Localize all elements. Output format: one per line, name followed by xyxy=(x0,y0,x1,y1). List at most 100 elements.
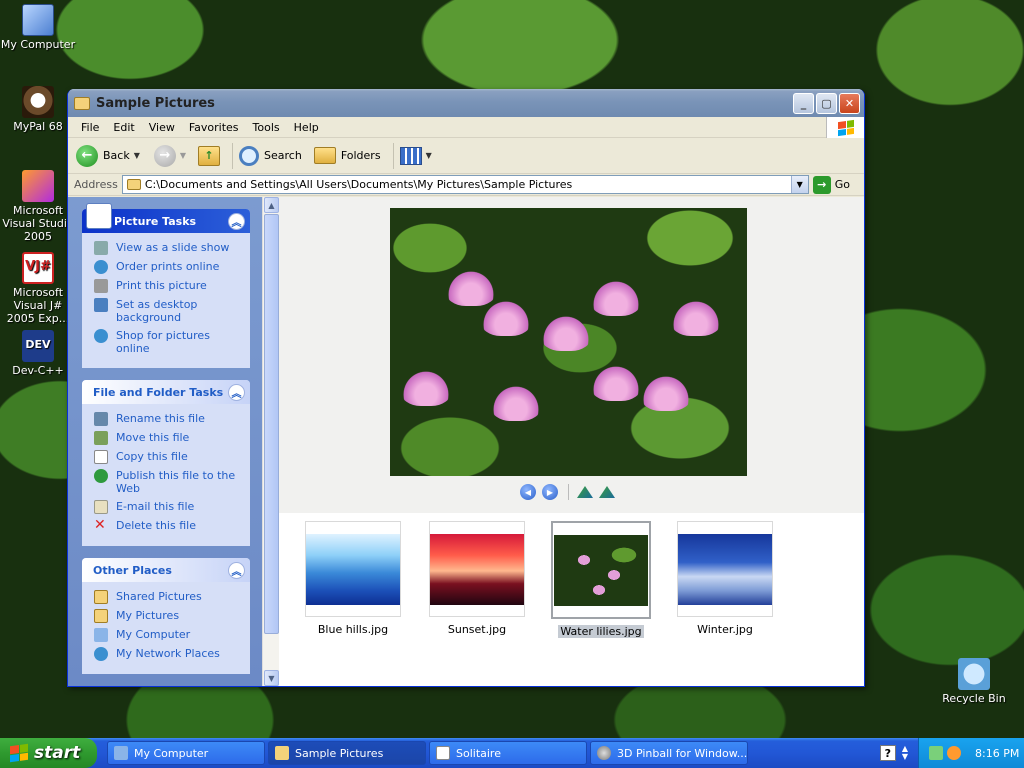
printer-icon xyxy=(94,279,108,293)
visual-jsharp-icon: VJ# xyxy=(22,252,54,284)
taskbar-buttons: My Computer Sample Pictures Solitaire 3D… xyxy=(107,741,751,765)
title-bar[interactable]: Sample Pictures _ ▢ ✕ xyxy=(68,89,864,117)
lily-flower xyxy=(490,383,542,421)
chevron-down-icon[interactable]: ▼ xyxy=(426,151,432,160)
task-print-picture[interactable]: Print this picture xyxy=(94,279,244,293)
place-my-network[interactable]: My Network Places xyxy=(94,647,244,661)
taskbar-button-solitaire[interactable]: Solitaire xyxy=(429,741,587,765)
desktop-icon-visual-jsharp[interactable]: VJ# Microsoft Visual J# 2005 Exp... xyxy=(0,252,76,325)
task-publish-web[interactable]: Publish this file to the Web xyxy=(94,469,244,495)
menu-file[interactable]: File xyxy=(74,121,106,134)
close-button[interactable]: ✕ xyxy=(839,92,860,114)
blue-hills-image xyxy=(306,533,400,605)
address-dropdown-button[interactable]: ▼ xyxy=(790,176,808,193)
explorer-window: Sample Pictures _ ▢ ✕ File Edit View Fav… xyxy=(67,89,865,687)
desktop-icon-recycle-bin[interactable]: Recycle Bin xyxy=(936,658,1012,705)
menu-tools[interactable]: Tools xyxy=(246,121,287,134)
computer-icon xyxy=(114,746,128,760)
place-my-pictures[interactable]: My Pictures xyxy=(94,609,244,623)
thumbnail-winter[interactable]: Winter.jpg xyxy=(663,521,787,638)
taskbar-button-label: 3D Pinball for Window... xyxy=(617,746,748,760)
chevron-down-icon[interactable]: ▼ xyxy=(180,151,186,160)
desktop-icon-dev-cpp[interactable]: DEV Dev-C++ xyxy=(0,330,76,377)
task-email-file[interactable]: E-mail this file xyxy=(94,500,244,514)
task-pane-scrollbar[interactable]: ▲ ▼ xyxy=(262,197,279,686)
task-label: Copy this file xyxy=(116,450,188,463)
collapse-icon[interactable]: ︽ xyxy=(228,212,245,230)
task-delete-file[interactable]: ✕ Delete this file xyxy=(94,518,244,533)
picture-tasks-header[interactable]: Picture Tasks ︽ xyxy=(82,203,250,233)
file-folder-tasks-header[interactable]: File and Folder Tasks ︽ xyxy=(82,380,250,404)
clock[interactable]: 8:16 PM xyxy=(975,747,1019,760)
solitaire-icon xyxy=(436,746,450,760)
task-label: View as a slide show xyxy=(116,241,230,254)
lily-flower xyxy=(445,268,497,306)
go-button[interactable]: → Go xyxy=(812,175,850,194)
scroll-down-button[interactable]: ▼ xyxy=(264,670,279,686)
network-tray-icon[interactable] xyxy=(929,746,943,760)
menu-view[interactable]: View xyxy=(142,121,182,134)
desktop-icon-label: MyPal 68 xyxy=(13,120,63,133)
copy-icon xyxy=(94,450,108,464)
task-view-slideshow[interactable]: View as a slide show xyxy=(94,241,244,255)
taskbar-button-pinball[interactable]: 3D Pinball for Window... xyxy=(590,741,748,765)
thumbnail-blue-hills[interactable]: Blue hills.jpg xyxy=(291,521,415,638)
next-image-icon[interactable]: ▶ xyxy=(542,484,558,500)
task-move-file[interactable]: Move this file xyxy=(94,431,244,445)
search-icon xyxy=(239,145,260,166)
task-shop-pictures[interactable]: Shop for pictures online xyxy=(94,329,244,355)
search-button[interactable]: Search xyxy=(239,145,302,166)
forward-button[interactable]: → ▼ xyxy=(153,144,186,167)
picture-tasks-list: View as a slide show Order prints online… xyxy=(82,233,250,368)
minimize-button[interactable]: _ xyxy=(793,92,814,114)
address-input[interactable]: C:\Documents and Settings\All Users\Docu… xyxy=(121,175,809,194)
task-label: My Computer xyxy=(116,628,191,641)
thumbnail-sunset[interactable]: Sunset.jpg xyxy=(415,521,539,638)
collapse-icon[interactable]: ︽ xyxy=(228,561,245,579)
folder-icon xyxy=(275,746,289,760)
thumbnail-water-lilies[interactable]: Water lilies.jpg xyxy=(539,521,663,638)
menu-help[interactable]: Help xyxy=(287,121,326,134)
search-tray-icon[interactable] xyxy=(947,746,961,760)
desktop-icon-my-computer[interactable]: My Computer xyxy=(0,4,76,51)
up-button[interactable]: ↑ xyxy=(198,145,221,166)
desktop-icon-visual-studio[interactable]: Microsoft Visual Studio 2005 xyxy=(0,170,76,243)
network-icon xyxy=(94,647,108,661)
move-icon xyxy=(94,431,108,445)
folders-button[interactable]: Folders xyxy=(313,147,381,164)
help-icon[interactable]: ? xyxy=(879,745,896,761)
desktop-icon-mypal[interactable]: MyPal 68 xyxy=(0,86,76,133)
place-my-computer[interactable]: My Computer xyxy=(94,628,244,642)
task-copy-file[interactable]: Copy this file xyxy=(94,450,244,464)
other-places-header[interactable]: Other Places ︽ xyxy=(82,558,250,582)
taskbar-button-sample-pictures[interactable]: Sample Pictures xyxy=(268,741,426,765)
menu-edit[interactable]: Edit xyxy=(106,121,141,134)
maximize-button[interactable]: ▢ xyxy=(816,92,837,114)
task-order-prints[interactable]: Order prints online xyxy=(94,260,244,274)
lily-flower xyxy=(590,278,642,316)
menu-favorites[interactable]: Favorites xyxy=(182,121,246,134)
views-button[interactable]: ▼ xyxy=(399,146,432,165)
chevron-down-icon[interactable]: ▼ xyxy=(134,151,140,160)
folder-icon xyxy=(94,609,108,623)
task-set-desktop-background[interactable]: Set as desktop background xyxy=(94,298,244,324)
collapse-icon[interactable]: ︽ xyxy=(228,383,245,401)
toolbar-separator xyxy=(392,142,394,169)
back-label: Back xyxy=(103,149,130,162)
task-rename-file[interactable]: Rename this file xyxy=(94,412,244,426)
desktop-icon-label: Microsoft Visual Studio 2005 xyxy=(2,204,74,243)
scroll-up-button[interactable]: ▲ xyxy=(264,197,279,213)
scrollbar-thumb[interactable] xyxy=(264,214,279,634)
previous-image-icon[interactable]: ◀ xyxy=(520,484,536,500)
tray-scroll-arrows[interactable]: ▲ ▼ xyxy=(902,745,908,761)
taskbar-button-my-computer[interactable]: My Computer xyxy=(107,741,265,765)
task-label: My Network Places xyxy=(116,647,220,660)
back-button[interactable]: ← Back ▼ xyxy=(76,144,140,167)
rotate-counterclockwise-icon[interactable] xyxy=(599,486,615,498)
picture-tasks-title: Picture Tasks xyxy=(114,214,197,228)
place-shared-pictures[interactable]: Shared Pictures xyxy=(94,590,244,604)
preview-image xyxy=(390,208,747,476)
dev-cpp-icon: DEV xyxy=(22,330,54,362)
rotate-clockwise-icon[interactable] xyxy=(577,486,593,498)
start-button[interactable]: start xyxy=(0,738,97,768)
